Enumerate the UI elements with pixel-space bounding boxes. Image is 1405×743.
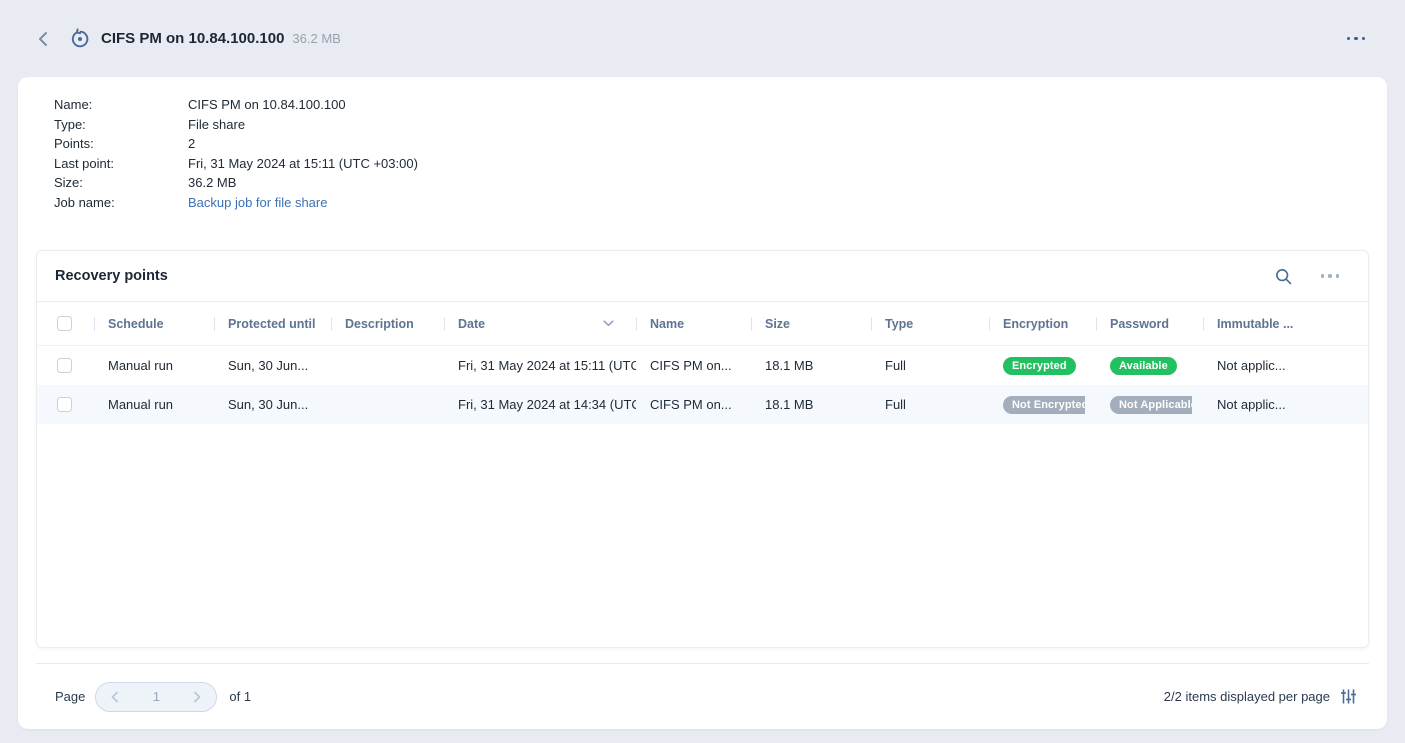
row-checkbox[interactable] <box>57 358 72 373</box>
column-header-description[interactable]: Description <box>331 317 444 331</box>
info-value: File share <box>188 115 245 135</box>
info-row-job-name: Job name: Backup job for file share <box>54 193 1369 213</box>
info-label: Points: <box>54 134 188 154</box>
password-badge: Not Applicable <box>1110 396 1192 414</box>
table-body: Manual run Sun, 30 Jun... Fri, 31 May 20… <box>37 346 1368 424</box>
column-header-schedule[interactable]: Schedule <box>94 317 214 331</box>
chevron-left-icon <box>36 30 50 48</box>
cell-name: CIFS PM on... <box>636 397 751 412</box>
encryption-badge: Not Encrypted <box>1003 396 1085 414</box>
info-value: CIFS PM on 10.84.100.100 <box>188 95 346 115</box>
page-number-input[interactable] <box>136 689 176 704</box>
table-header-row: Schedule Protected until Description Dat… <box>37 302 1368 346</box>
cell-immutable: Not applic... <box>1203 397 1368 412</box>
recovery-point-icon <box>69 28 91 50</box>
table-row[interactable]: Manual run Sun, 30 Jun... Fri, 31 May 20… <box>37 346 1368 385</box>
top-bar: CIFS PM on 10.84.100.100 36.2 MB <box>0 0 1405 77</box>
backup-info-panel: Name: CIFS PM on 10.84.100.100 Type: Fil… <box>18 77 1387 212</box>
search-button[interactable] <box>1274 267 1293 286</box>
chevron-right-icon <box>191 690 203 704</box>
ellipsis-icon <box>1347 37 1350 40</box>
info-row-name: Name: CIFS PM on 10.84.100.100 <box>54 95 1369 115</box>
cell-size: 18.1 MB <box>751 358 871 373</box>
column-header-protected-until[interactable]: Protected until <box>214 317 331 331</box>
cell-size: 18.1 MB <box>751 397 871 412</box>
column-header-type[interactable]: Type <box>871 317 989 331</box>
page-stepper <box>95 682 217 712</box>
info-value: Fri, 31 May 2024 at 15:11 (UTC +03:00) <box>188 154 418 174</box>
select-all-checkbox[interactable] <box>57 316 72 331</box>
cell-immutable: Not applic... <box>1203 358 1368 373</box>
info-label: Last point: <box>54 154 188 174</box>
info-row-size: Size: 36.2 MB <box>54 173 1369 193</box>
cell-schedule: Manual run <box>94 397 214 412</box>
items-per-page-settings-button[interactable] <box>1340 688 1357 705</box>
info-label: Type: <box>54 115 188 135</box>
recovery-points-header: Recovery points <box>37 251 1368 302</box>
page-actions-menu-button[interactable] <box>1345 31 1367 46</box>
cell-name: CIFS PM on... <box>636 358 751 373</box>
chevron-left-icon <box>109 690 121 704</box>
back-button[interactable] <box>33 27 53 51</box>
cell-protected-until: Sun, 30 Jun... <box>214 358 331 373</box>
page-count-label: of 1 <box>229 689 251 704</box>
page-title: CIFS PM on 10.84.100.100 <box>101 30 284 47</box>
cell-schedule: Manual run <box>94 358 214 373</box>
info-label: Size: <box>54 173 188 193</box>
cell-encryption: Encrypted <box>989 357 1096 375</box>
page-label: Page <box>55 689 85 704</box>
info-value: 2 <box>188 134 195 154</box>
items-per-page-summary: 2/2 items displayed per page <box>1164 689 1330 704</box>
previous-page-button[interactable] <box>109 690 121 704</box>
cell-encryption: Not Encrypted <box>989 396 1096 414</box>
info-row-last-point: Last point: Fri, 31 May 2024 at 15:11 (U… <box>54 154 1369 174</box>
sliders-icon <box>1340 688 1357 705</box>
next-page-button[interactable] <box>191 690 203 704</box>
ellipsis-icon <box>1321 274 1324 277</box>
search-icon <box>1274 267 1293 286</box>
details-card: Name: CIFS PM on 10.84.100.100 Type: Fil… <box>18 77 1387 729</box>
page-size-label: 36.2 MB <box>292 31 340 46</box>
column-header-password[interactable]: Password <box>1096 317 1203 331</box>
pagination-bar: Page of 1 2/2 items displayed per page <box>36 663 1369 729</box>
cell-password: Not Applicable <box>1096 396 1203 414</box>
sort-descending-icon <box>603 320 614 327</box>
cell-date: Fri, 31 May 2024 at 14:34 (UTC +03:00) <box>444 397 636 412</box>
info-row-points: Points: 2 <box>54 134 1369 154</box>
password-badge: Available <box>1110 357 1177 375</box>
cell-protected-until: Sun, 30 Jun... <box>214 397 331 412</box>
recovery-points-title: Recovery points <box>55 268 168 284</box>
cell-type: Full <box>871 397 989 412</box>
column-header-date[interactable]: Date <box>444 317 636 331</box>
job-name-link[interactable]: Backup job for file share <box>188 193 327 213</box>
info-value: 36.2 MB <box>188 173 236 193</box>
table-row[interactable]: Manual run Sun, 30 Jun... Fri, 31 May 20… <box>37 385 1368 424</box>
table-actions-menu-button[interactable] <box>1319 268 1341 283</box>
column-header-immutable[interactable]: Immutable ... <box>1203 317 1368 331</box>
row-checkbox[interactable] <box>57 397 72 412</box>
info-label: Job name: <box>54 193 188 213</box>
encryption-badge: Encrypted <box>1003 357 1076 375</box>
info-label: Name: <box>54 95 188 115</box>
column-header-encryption[interactable]: Encryption <box>989 317 1096 331</box>
cell-type: Full <box>871 358 989 373</box>
recovery-points-card: Recovery points Schedule Protected until <box>36 250 1369 648</box>
column-header-name[interactable]: Name <box>636 317 751 331</box>
cell-date: Fri, 31 May 2024 at 15:11 (UTC +03:00) <box>444 358 636 373</box>
cell-password: Available <box>1096 357 1203 375</box>
info-row-type: Type: File share <box>54 115 1369 135</box>
column-header-size[interactable]: Size <box>751 317 871 331</box>
